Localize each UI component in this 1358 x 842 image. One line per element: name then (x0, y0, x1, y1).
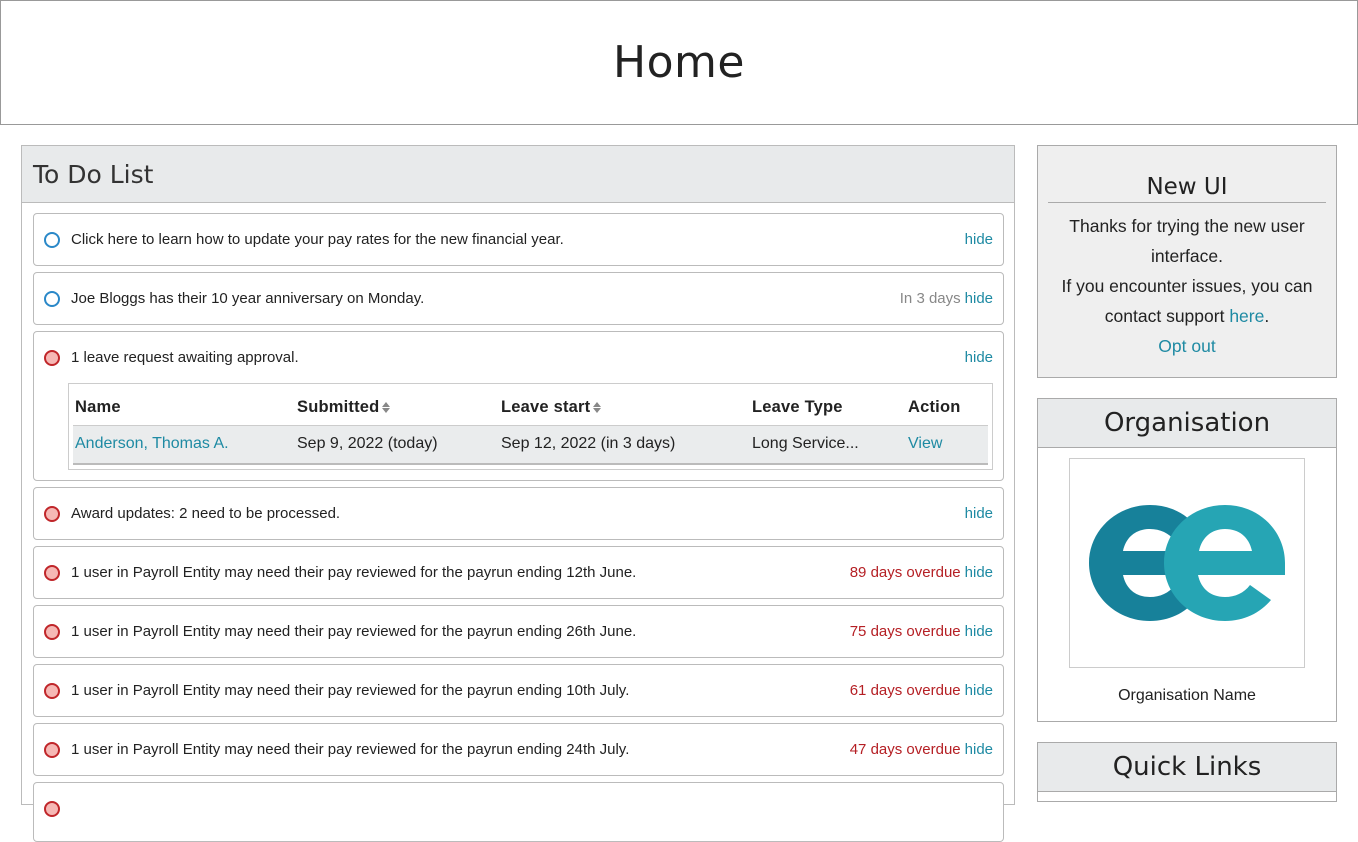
todo-list: Click here to learn how to update your p… (22, 203, 1014, 842)
overdue-note: 61 days overdue (849, 682, 961, 699)
status-circle-icon (44, 505, 60, 522)
organisation-name: Organisation Name (1118, 687, 1256, 704)
status-circle-icon (44, 800, 60, 817)
overdue-note: 47 days overdue (849, 741, 961, 758)
leave-type-cell: Long Service... (750, 425, 906, 465)
organisation-title: Organisation (1103, 408, 1271, 438)
status-circle-icon (44, 349, 60, 366)
todo-item[interactable]: Click here to learn how to update your p… (33, 213, 1004, 266)
todo-item-text[interactable]: Joe Bloggs has their 10 year anniversary… (71, 290, 900, 307)
col-leave-type: Leave Type (750, 390, 906, 426)
organisation-box: Organisation Organisation Name (1037, 398, 1337, 722)
todo-header: To Do List (22, 146, 1014, 203)
quick-links-title: Quick Links (1112, 752, 1262, 782)
organisation-logo (1069, 458, 1305, 668)
leave-table: Name Submitted Leave start Leave Type Ac… (73, 390, 988, 465)
todo-panel: To Do List Click here to learn how to up… (21, 145, 1015, 842)
status-circle-icon (44, 564, 60, 581)
todo-item-text[interactable]: 1 user in Payroll Entity may need their … (71, 564, 850, 581)
hide-link[interactable]: hide (965, 505, 993, 522)
todo-item[interactable]: Joe Bloggs has their 10 year anniversary… (33, 272, 1004, 325)
hide-link[interactable]: hide (965, 290, 993, 307)
hide-link[interactable]: hide (965, 741, 993, 758)
todo-item[interactable]: 1 user in Payroll Entity may need their … (33, 664, 1004, 717)
new-ui-title: New UI (1048, 174, 1326, 203)
table-row: Anderson, Thomas A. Sep 9, 2022 (today) … (73, 425, 988, 465)
page-title: Home (613, 37, 745, 88)
hide-link[interactable]: hide (965, 623, 993, 640)
new-ui-support-end: . (1264, 306, 1270, 326)
todo-item[interactable]: Award updates: 2 need to be processed. h… (33, 487, 1004, 540)
ee-logo-icon (1089, 505, 1285, 621)
new-ui-support: If you encounter issues, you can contact… (1048, 271, 1326, 331)
todo-item[interactable]: 1 user in Payroll Entity may need their … (33, 605, 1004, 658)
todo-item-text[interactable]: Award updates: 2 need to be processed. (71, 505, 965, 522)
view-link[interactable]: View (908, 435, 942, 452)
employee-link[interactable]: Anderson, Thomas A. (75, 435, 229, 452)
hide-link[interactable]: hide (965, 682, 993, 699)
page-header: Home (0, 0, 1358, 125)
support-link[interactable]: here (1229, 306, 1264, 326)
todo-item-text[interactable]: 1 user in Payroll Entity may need their … (71, 741, 850, 758)
status-circle-icon (44, 741, 60, 758)
col-leave-start[interactable]: Leave start (499, 390, 750, 426)
status-circle-icon (44, 623, 60, 640)
new-ui-support-text: If you encounter issues, you can contact… (1061, 276, 1313, 326)
sort-icon[interactable] (382, 402, 391, 414)
hide-link[interactable]: hide (965, 231, 993, 248)
todo-title: To Do List (33, 159, 154, 189)
todo-item[interactable]: 1 user in Payroll Entity may need their … (33, 546, 1004, 599)
col-name: Name (73, 390, 295, 426)
new-ui-thanks: Thanks for trying the new user interface… (1069, 216, 1305, 266)
due-note: In 3 days (899, 290, 961, 307)
status-circle-icon (44, 290, 60, 307)
hide-link[interactable]: hide (965, 564, 993, 581)
sort-icon[interactable] (593, 402, 602, 414)
leave-table-wrap: Name Submitted Leave start Leave Type Ac… (68, 383, 993, 470)
submitted-cell: Sep 9, 2022 (today) (295, 425, 499, 465)
col-submitted[interactable]: Submitted (295, 390, 499, 426)
overdue-note: 75 days overdue (849, 623, 961, 640)
leave-start-cell: Sep 12, 2022 (in 3 days) (499, 425, 750, 465)
todo-item[interactable]: 1 user in Payroll Entity may need their … (33, 723, 1004, 776)
todo-item-text[interactable]: 1 leave request awaiting approval. (71, 349, 965, 366)
todo-item-text[interactable]: Click here to learn how to update your p… (71, 231, 965, 248)
todo-item-leave[interactable]: 1 leave request awaiting approval. hide … (33, 331, 1004, 481)
status-circle-icon (44, 682, 60, 699)
new-ui-box: New UI Thanks for trying the new user in… (1037, 145, 1337, 378)
todo-item-text[interactable]: 1 user in Payroll Entity may need their … (71, 623, 850, 640)
col-leave-start-label: Leave start (501, 398, 591, 416)
status-circle-icon (44, 231, 60, 248)
overdue-note: 89 days overdue (849, 564, 961, 581)
opt-out-link[interactable]: Opt out (1158, 336, 1215, 356)
todo-item-text[interactable]: 1 user in Payroll Entity may need their … (71, 682, 850, 699)
todo-item[interactable] (33, 782, 1004, 842)
quick-links-box: Quick Links (1037, 742, 1337, 802)
col-submitted-label: Submitted (297, 398, 380, 416)
col-action: Action (906, 390, 988, 426)
hide-link[interactable]: hide (965, 349, 993, 366)
